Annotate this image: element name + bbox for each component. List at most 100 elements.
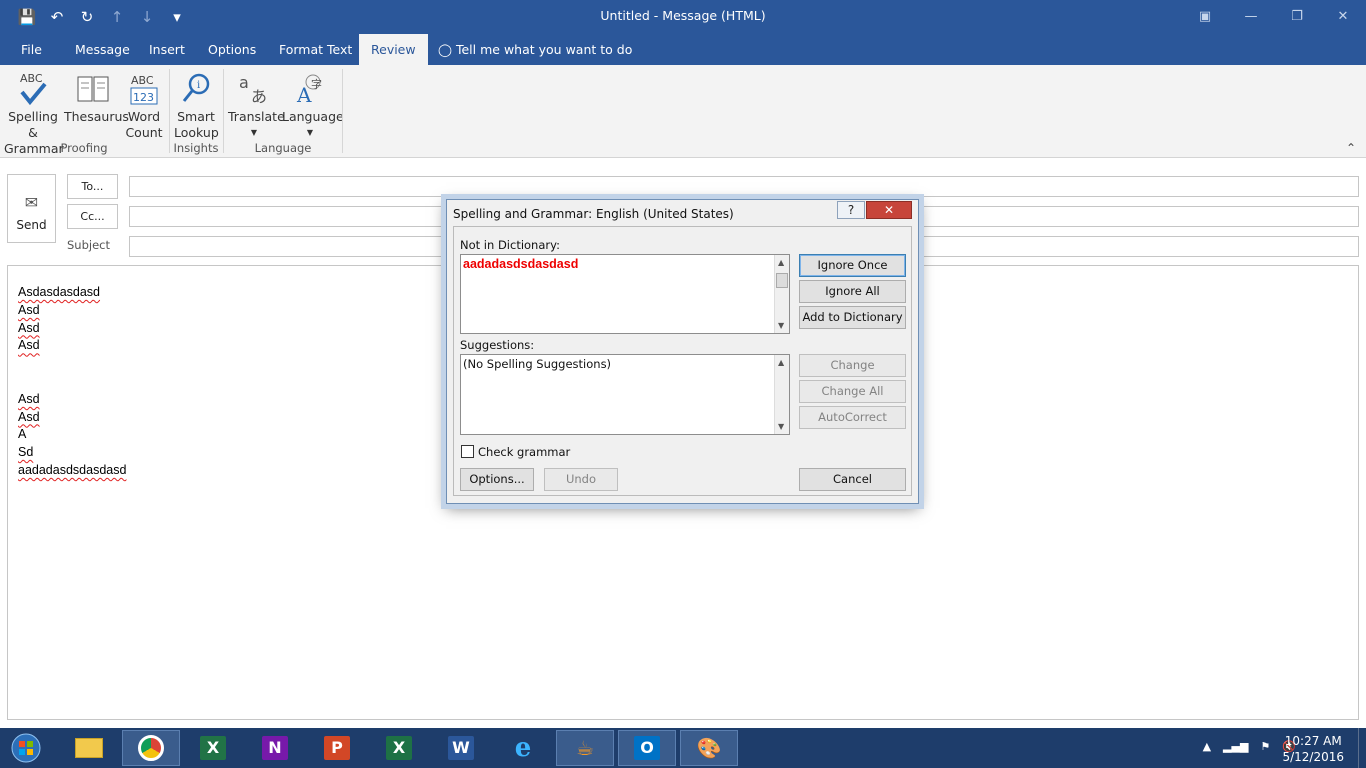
translate-icon: aあ (228, 69, 280, 109)
cancel-button[interactable]: Cancel (799, 468, 906, 491)
thesaurus-button[interactable]: Thesaurus (64, 69, 129, 125)
ribbon-separator (342, 69, 343, 153)
title-bar: 💾 ↶ ↻ ↑ ↓ ▾ Untitled - Message (HTML) ▣ … (0, 0, 1366, 34)
tab-review[interactable]: Review (359, 34, 428, 65)
file-explorer-icon[interactable] (60, 730, 118, 766)
restore-icon[interactable]: ❐ (1274, 0, 1320, 32)
java-icon[interactable]: ☕ (556, 730, 614, 766)
suggestions-list[interactable]: (No Spelling Suggestions) ▲ ▼ (460, 354, 790, 435)
taskbar: X N P X W e ☕ O 🎨 ▲ ▂▄▆ ⚑ 🔇 10:27 AM 5/1… (0, 728, 1366, 768)
tab-insert[interactable]: Insert (137, 34, 197, 65)
svg-text:ABC: ABC (20, 72, 43, 85)
book-icon (64, 69, 122, 109)
body-line (18, 355, 126, 373)
send-button[interactable]: ✉ Send (7, 174, 56, 243)
translate-button[interactable]: aあ Translate ▼ (228, 69, 285, 141)
help-button[interactable]: ? (837, 201, 865, 219)
svg-text:a: a (239, 73, 249, 92)
ignore-all-button[interactable]: Ignore All (799, 280, 906, 303)
change-all-button[interactable]: Change All (799, 380, 906, 403)
body-line: aadadasdsdasdasd (18, 462, 127, 477)
body-line: Asd (18, 338, 40, 353)
scroll-up-icon[interactable]: ▲ (778, 258, 784, 267)
paint-icon[interactable]: 🎨 (680, 730, 738, 766)
send-envelope-icon: ✉ (24, 193, 39, 212)
tab-file[interactable]: File (9, 34, 54, 65)
smart-lookup-button[interactable]: i Smart Lookup (174, 69, 219, 141)
body-line: Asd (18, 391, 40, 406)
collapse-ribbon-icon[interactable]: ⌃ (1346, 141, 1356, 155)
not-in-dictionary-label: Not in Dictionary: (460, 238, 560, 252)
suggestions-label: Suggestions: (460, 338, 535, 352)
minimize-icon[interactable]: — (1228, 0, 1274, 32)
to-field[interactable] (129, 176, 1359, 197)
group-label-insights: Insights (173, 141, 219, 155)
excel-icon[interactable]: X (370, 730, 428, 766)
word-count-button[interactable]: ABC 123 Word Count (124, 69, 164, 141)
svg-text:あ: あ (251, 87, 267, 106)
ribbon-tabs: File Message Insert Options Format Text … (0, 34, 1366, 65)
scroll-down-icon[interactable]: ▼ (778, 422, 784, 431)
options-button[interactable]: Options... (460, 468, 534, 491)
internet-explorer-icon[interactable]: e (494, 730, 552, 766)
svg-text:ABC: ABC (131, 74, 154, 87)
subject-label: Subject (67, 238, 110, 252)
scroll-down-icon[interactable]: ▼ (778, 321, 784, 330)
undo-button[interactable]: Undo (544, 468, 618, 491)
tab-format-text[interactable]: Format Text (267, 34, 364, 65)
onenote-icon[interactable]: N (246, 730, 304, 766)
body-line: Asdasdasdasd (18, 285, 101, 299)
tell-me-text: Tell me what you want to do (455, 42, 633, 57)
scrollbar[interactable]: ▲ ▼ (774, 355, 789, 434)
message-text: Asdasdasdasd Asd Asd Asd Asd Asd A Sd aa… (18, 284, 126, 480)
show-hidden-icons-icon[interactable]: ▲ (1203, 740, 1211, 753)
tab-message[interactable]: Message (63, 34, 142, 65)
close-icon[interactable]: ✕ (1320, 0, 1366, 32)
cc-button[interactable]: Cc... (67, 204, 118, 229)
body-line: Asd (18, 409, 40, 424)
autocorrect-button[interactable]: AutoCorrect (799, 406, 906, 429)
scroll-thumb[interactable] (776, 273, 788, 288)
scrollbar[interactable]: ▲ ▼ (774, 255, 789, 333)
dialog-title: Spelling and Grammar: English (United St… (453, 207, 734, 221)
group-label-proofing: Proofing (60, 141, 108, 155)
tab-options[interactable]: Options (196, 34, 268, 65)
body-line (18, 373, 126, 391)
to-button[interactable]: To... (67, 174, 118, 199)
body-line: Asd (18, 320, 40, 335)
body-line: A (18, 427, 27, 442)
lightbulb-icon: ◯ (438, 42, 452, 57)
dialog-content: Not in Dictionary: aadadasdsdasdasd ▲ ▼ … (453, 226, 912, 496)
start-button[interactable] (4, 730, 48, 766)
group-label-language: Language (254, 141, 312, 155)
not-in-dictionary-box[interactable]: aadadasdsdasdasd ▲ ▼ (460, 254, 790, 334)
tell-me-box[interactable]: ◯ Tell me what you want to do (426, 34, 644, 65)
window-title: Untitled - Message (HTML) (600, 8, 766, 23)
powerpoint-icon[interactable]: P (308, 730, 366, 766)
excel-icon[interactable]: X (184, 730, 242, 766)
ribbon-display-options-icon[interactable]: ▣ (1182, 0, 1228, 32)
scroll-up-icon[interactable]: ▲ (778, 358, 784, 367)
add-to-dictionary-button[interactable]: Add to Dictionary (799, 306, 906, 329)
outlook-icon[interactable]: O (618, 730, 676, 766)
change-button[interactable]: Change (799, 354, 906, 377)
ignore-once-button[interactable]: Ignore Once (799, 254, 906, 277)
dropdown-arrow-icon: ▼ (306, 128, 314, 137)
svg-text:A: A (296, 83, 312, 106)
spelling-check-icon: ABC (4, 69, 62, 109)
flag-icon[interactable]: ⚑ (1260, 740, 1270, 753)
language-button[interactable]: A字 Language ▼ (282, 69, 344, 141)
svg-text:123: 123 (133, 91, 154, 104)
windows-logo-icon (11, 733, 41, 763)
chrome-icon[interactable] (122, 730, 180, 766)
clock[interactable]: 10:27 AM 5/12/2016 (1282, 733, 1344, 765)
ribbon: ABC Spelling & Grammar Thesaurus ABC 123 … (0, 65, 1366, 158)
window-controls: ▣ — ❐ ✕ (1182, 0, 1366, 32)
word-count-icon: ABC 123 (124, 69, 164, 109)
dialog-close-button[interactable]: ✕ (866, 201, 912, 219)
word-icon[interactable]: W (432, 730, 490, 766)
show-desktop-button[interactable] (1358, 728, 1366, 768)
network-icon[interactable]: ▂▄▆ (1223, 740, 1248, 753)
magnifier-icon: i (174, 69, 218, 109)
check-grammar-checkbox[interactable] (461, 445, 474, 458)
